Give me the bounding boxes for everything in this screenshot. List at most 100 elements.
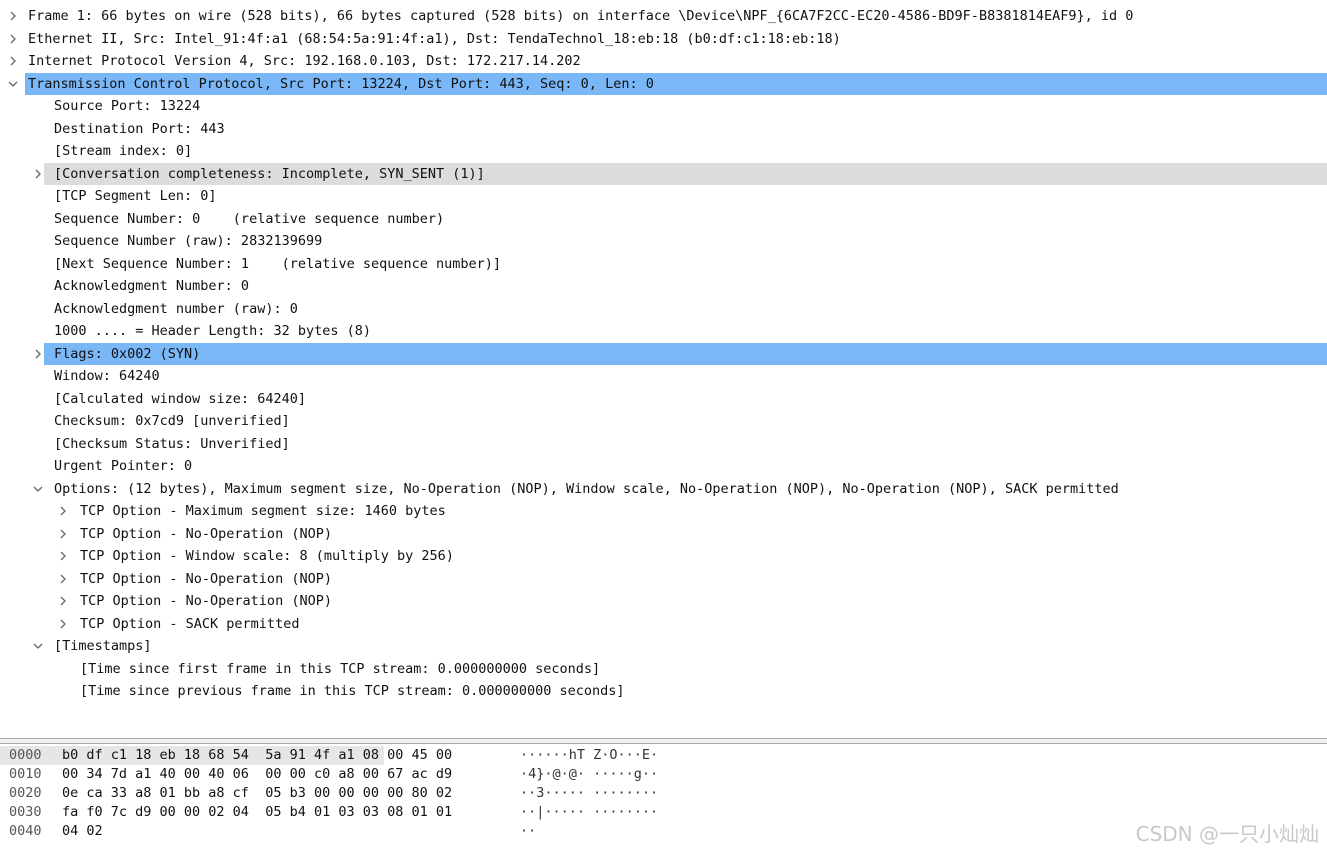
hex-offset: 0000 (9, 747, 42, 763)
tree-row-label: Flags: 0x002 (SYN) (54, 345, 201, 362)
pane-splitter[interactable] (0, 738, 1327, 744)
tree-row-label: Acknowledgment number (raw): 0 (54, 300, 298, 317)
hex-offset: 0030 (9, 804, 42, 820)
tree-row-label: Window: 64240 (54, 368, 160, 384)
tree-row-label: Internet Protocol Version 4, Src: 192.16… (28, 53, 581, 69)
packet-details-tree: Frame 1: 66 bytes on wire (528 bits), 66… (0, 5, 1327, 735)
tree-row[interactable]: [Calculated window size: 64240] (0, 388, 1327, 411)
tree-row[interactable]: Frame 1: 66 bytes on wire (528 bits), 66… (0, 5, 1327, 28)
tree-row-label: [Stream index: 0] (54, 143, 193, 159)
hex-offset: 0010 (9, 766, 42, 782)
hex-ascii[interactable]: ··3····· ········ (520, 784, 658, 803)
chevron-down-icon[interactable] (30, 478, 46, 501)
hex-bytes[interactable]: fa f0 7c d9 00 00 02 04 05 b4 01 03 03 0… (62, 803, 452, 822)
hex-ascii[interactable]: ·4}·@·@· ·····g·· (520, 765, 658, 784)
hex-ascii[interactable]: ··|····· ········ (520, 803, 658, 822)
tree-row[interactable]: TCP Option - No-Operation (NOP) (0, 523, 1327, 546)
hex-ascii[interactable]: ·· (520, 822, 536, 841)
tree-row[interactable]: [Time since first frame in this TCP stre… (0, 658, 1327, 681)
tree-row-label: Sequence Number (raw): 2832139699 (54, 233, 323, 249)
packet-bytes-pane: 0000 b0 df c1 18 eb 18 68 54 5a 91 4f a1 … (0, 746, 1327, 855)
chevron-right-icon[interactable] (30, 163, 46, 186)
tree-row[interactable]: [Checksum Status: Unverified] (0, 433, 1327, 456)
chevron-right-icon[interactable] (5, 28, 21, 51)
tree-row-label: Urgent Pointer: 0 (54, 458, 193, 474)
tree-row-label: TCP Option - No-Operation (NOP) (80, 593, 332, 609)
hex-bytes[interactable]: 04 02 (62, 822, 103, 841)
tree-row-label: [TCP Segment Len: 0] (54, 188, 217, 204)
tree-row-label: Sequence Number: 0 (relative sequence nu… (54, 210, 445, 227)
tree-row[interactable]: Sequence Number (raw): 2832139699 (0, 230, 1327, 253)
chevron-down-icon[interactable] (5, 73, 21, 96)
tree-row-label: [Calculated window size: 64240] (54, 390, 306, 407)
tree-row-label: Checksum: 0x7cd9 [unverified] (54, 413, 290, 429)
tree-row-label: [Timestamps] (54, 638, 152, 654)
hex-row[interactable]: 0030 fa f0 7c d9 00 00 02 04 05 b4 01 03 … (0, 803, 1327, 822)
hex-offset: 0040 (9, 823, 42, 839)
hex-ascii[interactable]: ······hT Z·O···E· (520, 746, 658, 765)
tree-row[interactable]: TCP Option - No-Operation (NOP) (0, 568, 1327, 591)
tree-row-label: Options: (12 bytes), Maximum segment siz… (54, 480, 1119, 497)
chevron-down-icon[interactable] (30, 635, 46, 658)
tree-row[interactable]: Flags: 0x002 (SYN) (0, 342, 1327, 366)
tree-row[interactable]: Ethernet II, Src: Intel_91:4f:a1 (68:54:… (0, 28, 1327, 51)
tree-row-label: Acknowledgment Number: 0 (54, 278, 250, 294)
tree-row[interactable]: [Time since previous frame in this TCP s… (0, 680, 1327, 703)
tree-row[interactable]: 1000 .... = Header Length: 32 bytes (8) (0, 320, 1327, 343)
tree-row[interactable]: TCP Option - No-Operation (NOP) (0, 590, 1327, 613)
tree-row-label: TCP Option - Window scale: 8 (multiply b… (80, 548, 454, 564)
hex-bytes[interactable]: b0 df c1 18 eb 18 68 54 5a 91 4f a1 08 0… (62, 746, 452, 765)
hex-row[interactable]: 0040 04 02 ·· (0, 822, 1327, 841)
hex-bytes[interactable]: 0e ca 33 a8 01 bb a8 cf 05 b3 00 00 00 0… (62, 784, 452, 803)
tree-row-label: [Conversation completeness: Incomplete, … (54, 165, 485, 182)
chevron-right-icon[interactable] (55, 590, 71, 613)
tree-row-label: TCP Option - No-Operation (NOP) (80, 525, 332, 542)
tree-row[interactable]: Destination Port: 443 (0, 118, 1327, 141)
tree-row[interactable]: [Next Sequence Number: 1 (relative seque… (0, 253, 1327, 276)
tree-row-label: [Time since first frame in this TCP stre… (80, 660, 601, 677)
tree-row[interactable]: [Conversation completeness: Incomplete, … (0, 162, 1327, 186)
hex-row[interactable]: 0020 0e ca 33 a8 01 bb a8 cf 05 b3 00 00 … (0, 784, 1327, 803)
tree-row[interactable]: Source Port: 13224 (0, 95, 1327, 118)
tree-row[interactable]: Window: 64240 (0, 365, 1327, 388)
tree-row-label: 1000 .... = Header Length: 32 bytes (8) (54, 323, 371, 339)
hex-row[interactable]: 0010 00 34 7d a1 40 00 40 06 00 00 c0 a8 … (0, 765, 1327, 784)
tree-row[interactable]: Transmission Control Protocol, Src Port:… (0, 72, 1327, 96)
tree-row[interactable]: Internet Protocol Version 4, Src: 192.16… (0, 50, 1327, 73)
chevron-right-icon[interactable] (55, 500, 71, 523)
tree-row-label: TCP Option - Maximum segment size: 1460 … (80, 503, 446, 519)
hex-offset: 0020 (9, 785, 42, 801)
tree-row[interactable]: [Timestamps] (0, 635, 1327, 658)
chevron-right-icon[interactable] (55, 568, 71, 591)
watermark: CSDN @一只小灿灿 (1135, 822, 1319, 846)
chevron-right-icon[interactable] (5, 50, 21, 73)
chevron-right-icon[interactable] (55, 613, 71, 636)
chevron-right-icon[interactable] (30, 343, 46, 366)
chevron-right-icon[interactable] (5, 5, 21, 28)
tree-row[interactable]: TCP Option - Maximum segment size: 1460 … (0, 500, 1327, 523)
tree-row[interactable]: [Stream index: 0] (0, 140, 1327, 163)
tree-row-label: TCP Option - No-Operation (NOP) (80, 570, 332, 587)
tree-row[interactable]: Acknowledgment Number: 0 (0, 275, 1327, 298)
tree-row-label: Transmission Control Protocol, Src Port:… (28, 75, 654, 92)
tree-row-label: Frame 1: 66 bytes on wire (528 bits), 66… (28, 8, 1134, 24)
tree-row-label: Source Port: 13224 (54, 98, 201, 114)
tree-row[interactable]: TCP Option - SACK permitted (0, 613, 1327, 636)
tree-row[interactable]: [TCP Segment Len: 0] (0, 185, 1327, 208)
tree-row-label: [Checksum Status: Unverified] (54, 435, 290, 452)
hex-bytes[interactable]: 00 34 7d a1 40 00 40 06 00 00 c0 a8 00 6… (62, 765, 452, 784)
tree-row[interactable]: Checksum: 0x7cd9 [unverified] (0, 410, 1327, 433)
hex-row[interactable]: 0000 b0 df c1 18 eb 18 68 54 5a 91 4f a1 … (0, 746, 1327, 765)
tree-row[interactable]: Urgent Pointer: 0 (0, 455, 1327, 478)
tree-row-label: TCP Option - SACK permitted (80, 615, 300, 632)
tree-row-label: Ethernet II, Src: Intel_91:4f:a1 (68:54:… (28, 30, 841, 47)
tree-row-label: Destination Port: 443 (54, 120, 225, 137)
chevron-right-icon[interactable] (55, 523, 71, 546)
tree-row-label: [Next Sequence Number: 1 (relative seque… (54, 255, 502, 272)
tree-row-label: [Time since previous frame in this TCP s… (80, 683, 625, 699)
tree-row[interactable]: Options: (12 bytes), Maximum segment siz… (0, 478, 1327, 501)
chevron-right-icon[interactable] (55, 545, 71, 568)
tree-row[interactable]: Acknowledgment number (raw): 0 (0, 298, 1327, 321)
tree-row[interactable]: TCP Option - Window scale: 8 (multiply b… (0, 545, 1327, 568)
tree-row[interactable]: Sequence Number: 0 (relative sequence nu… (0, 208, 1327, 231)
